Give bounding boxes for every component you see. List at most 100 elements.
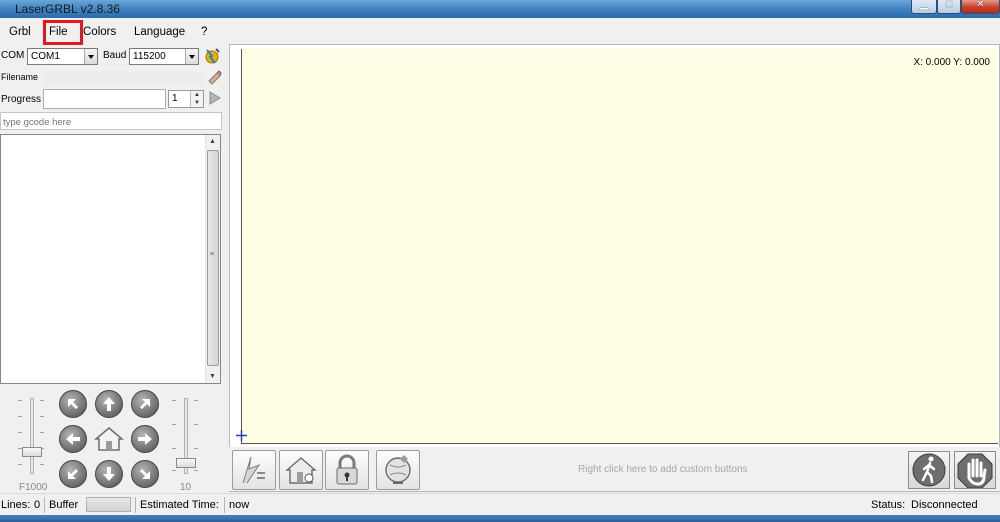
step-value: 10 <box>180 482 192 493</box>
menu-language[interactable]: Language <box>134 26 185 38</box>
reset-grbl-icon <box>242 456 265 484</box>
baud-rate-select[interactable]: 115200 <box>129 48 199 65</box>
scroll-up-icon[interactable]: ▲ <box>209 138 216 145</box>
homing-button[interactable] <box>279 450 323 490</box>
jog-down-button[interactable] <box>95 460 123 488</box>
estimated-time-value: now <box>229 499 250 511</box>
chevron-down-icon <box>185 49 198 64</box>
estimated-time-label: Estimated Time: <box>140 499 219 511</box>
tick <box>172 400 176 401</box>
tick <box>18 416 22 417</box>
play-icon[interactable] <box>208 91 222 105</box>
tick <box>194 448 198 449</box>
progress-label: Progress <box>1 94 42 105</box>
window-title: LaserGRBL v2.8.36 <box>15 2 120 16</box>
feed-slider-track[interactable] <box>30 398 34 474</box>
divider <box>135 497 136 513</box>
arrow-down-icon <box>103 467 115 481</box>
menu-help[interactable]: ? <box>201 26 207 38</box>
com-port-select[interactable]: COM1 <box>27 48 98 65</box>
scroll-thumb[interactable]: ≡ <box>207 150 219 366</box>
lines-value: 0 <box>34 499 41 511</box>
tick <box>172 424 176 425</box>
arrow-up-right-icon <box>140 399 150 409</box>
minimize-button[interactable]: ▁ <box>911 0 937 14</box>
menu-colors[interactable]: Colors <box>83 26 116 38</box>
console-log[interactable]: ▲ ≡ ▼ <box>0 134 221 384</box>
file-menu-highlight <box>43 20 83 45</box>
tick <box>194 424 198 425</box>
custom-buttons-hint[interactable]: Right click here to add custom buttons <box>578 464 748 475</box>
bottom-toolbar: Right click here to add custom buttons <box>229 447 1000 491</box>
divider <box>224 497 225 513</box>
baud-label: Baud <box>103 50 127 61</box>
feed-value: F1000 <box>19 482 48 493</box>
tick <box>172 448 176 449</box>
arrow-down-left-icon <box>68 469 78 479</box>
jog-up-left-button[interactable] <box>59 390 87 418</box>
hand-stop-icon <box>957 453 993 488</box>
tick <box>40 400 44 401</box>
tick <box>18 464 22 465</box>
grip-icon: ≡ <box>210 251 215 258</box>
connect-icon[interactable] <box>203 47 221 65</box>
jog-right-button[interactable] <box>131 425 159 453</box>
gcode-input[interactable] <box>0 112 222 130</box>
connection-status-value: Disconnected <box>911 499 978 511</box>
close-icon: ✕ <box>976 0 985 10</box>
title-bar: LaserGRBL v2.8.36 ▁ □ ✕ <box>0 0 1000 18</box>
preview-canvas[interactable]: X: 0.000 Y: 0.000 <box>229 44 1000 492</box>
plot-area[interactable]: X: 0.000 Y: 0.000 <box>241 49 998 444</box>
close-button[interactable]: ✕ <box>961 0 1000 14</box>
walk-button[interactable] <box>908 451 950 489</box>
jog-up-button[interactable] <box>95 390 123 418</box>
jog-up-right-button[interactable] <box>131 390 159 418</box>
jog-left-button[interactable] <box>59 425 87 453</box>
home-icon <box>94 427 124 451</box>
jog-to-position-button[interactable] <box>376 450 420 490</box>
lines-label: Lines: <box>1 499 31 511</box>
chevron-down-icon <box>84 49 97 64</box>
reset-grbl-button[interactable] <box>232 450 276 490</box>
menu-bar: Grbl File Colors Language ? <box>0 21 1000 43</box>
jog-down-left-button[interactable] <box>59 460 87 488</box>
tick <box>194 400 198 401</box>
tick <box>172 470 176 471</box>
com-label: COM <box>1 50 25 61</box>
maximize-button[interactable]: □ <box>937 0 961 14</box>
scroll-down-icon[interactable]: ▼ <box>209 373 216 380</box>
tick <box>18 432 22 433</box>
origin-cross-icon <box>236 430 247 441</box>
filename-label: Filename <box>1 72 39 82</box>
feed-slider-thumb[interactable] <box>22 447 42 457</box>
arrow-right-icon <box>138 433 152 445</box>
com-port-value: COM1 <box>31 51 60 62</box>
walking-man-icon <box>912 453 946 487</box>
status-bar: Lines: 0 Buffer Estimated Time: now Stat… <box>0 493 1000 515</box>
stepper-arrows-icon[interactable]: ▲ ▼ <box>190 91 203 107</box>
filename-field <box>44 71 204 86</box>
unlock-icon <box>336 454 358 485</box>
buffer-meter <box>86 497 131 512</box>
stop-button[interactable] <box>954 451 996 489</box>
unlock-button[interactable] <box>325 450 369 490</box>
jog-home-button[interactable] <box>94 425 124 453</box>
globe-pin-icon <box>385 455 411 484</box>
left-panel: COM COM1 Baud 115200 Filename Progress 1… <box>0 44 225 493</box>
progress-bar <box>43 89 166 109</box>
jog-down-right-button[interactable] <box>131 460 159 488</box>
homing-icon <box>285 457 317 484</box>
arrow-up-left-icon <box>68 399 78 409</box>
menu-grbl[interactable]: Grbl <box>9 26 31 38</box>
divider <box>44 497 45 513</box>
repeat-count-stepper[interactable]: 1 ▲ ▼ <box>168 90 204 108</box>
arrow-left-icon <box>66 433 80 445</box>
tick <box>194 470 198 471</box>
open-file-icon[interactable] <box>206 69 222 85</box>
maximize-icon: □ <box>945 0 953 10</box>
taskbar-strip <box>0 515 1000 522</box>
cursor-coordinates: X: 0.000 Y: 0.000 <box>913 57 990 68</box>
tick <box>18 400 22 401</box>
step-slider-thumb[interactable] <box>176 458 196 468</box>
console-scrollbar[interactable]: ▲ ≡ ▼ <box>205 135 220 383</box>
